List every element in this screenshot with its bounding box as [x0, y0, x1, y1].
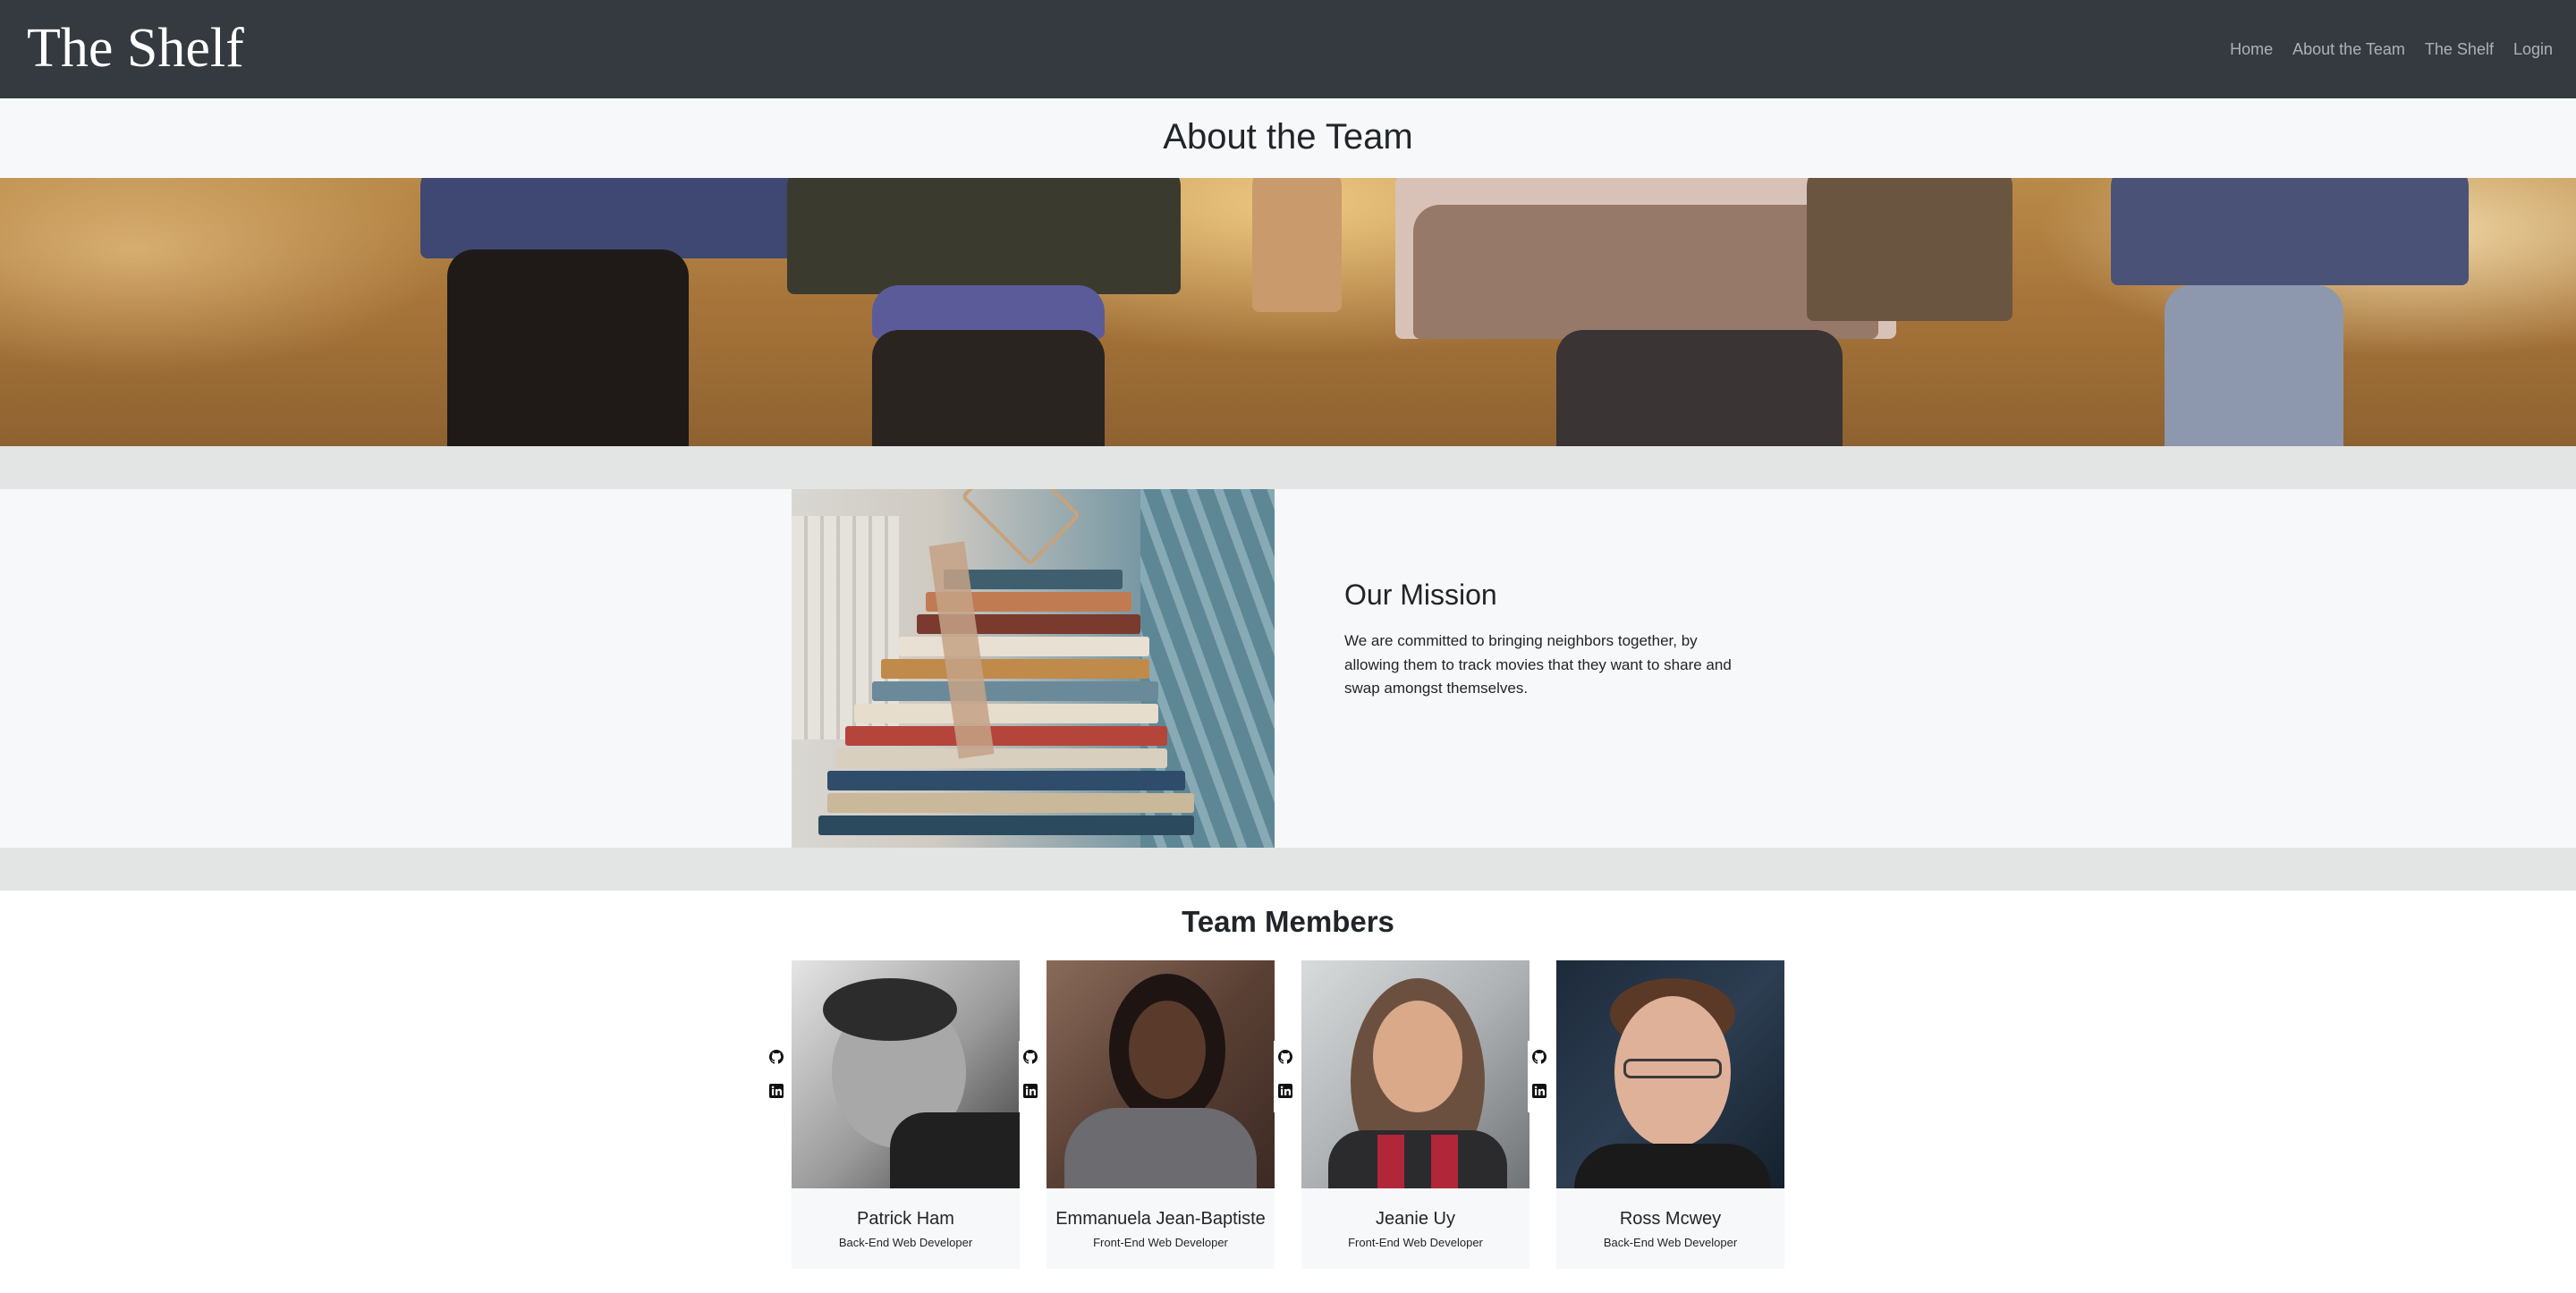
linkedin-icon[interactable] — [1532, 1084, 1546, 1098]
member-role: Back-End Web Developer — [838, 1236, 973, 1249]
linkedin-icon[interactable] — [1278, 1084, 1292, 1098]
member-name: Jeanie Uy — [1376, 1209, 1455, 1229]
social-links — [1274, 1041, 1297, 1112]
navbar: The Shelf Home About the Team The Shelf … — [0, 0, 2576, 98]
nav-link-the-shelf[interactable]: The Shelf — [2425, 36, 2494, 63]
member-role: Back-End Web Developer — [1603, 1236, 1738, 1249]
team-title: Team Members — [1182, 905, 1394, 938]
team-card: Emmanuela Jean-Baptiste Front-End Web De… — [1046, 960, 1275, 1269]
github-icon[interactable] — [769, 1050, 784, 1064]
member-role: Front-End Web Developer — [1093, 1236, 1228, 1249]
team-card: Ross Mcwey Back-End Web Developer — [1556, 960, 1784, 1269]
mission-section: Our Mission We are committed to bringing… — [0, 489, 2576, 848]
member-photo — [1046, 960, 1275, 1188]
nav-link-about-team[interactable]: About the Team — [2292, 36, 2405, 63]
member-name: Ross Mcwey — [1619, 1209, 1722, 1229]
member-role: Front-End Web Developer — [1348, 1236, 1483, 1249]
social-links — [1019, 1041, 1042, 1112]
member-photo — [792, 960, 1020, 1188]
section-divider — [0, 446, 2576, 489]
hero-image — [0, 178, 2576, 446]
mission-title: Our Mission — [1344, 579, 1497, 611]
github-icon[interactable] — [1023, 1050, 1038, 1064]
nav-link-login[interactable]: Login — [2513, 36, 2553, 63]
member-photo — [1301, 960, 1530, 1188]
social-links — [765, 1041, 788, 1112]
team-card: Jeanie Uy Front-End Web Developer — [1301, 960, 1530, 1269]
title-bar: About the Team — [0, 98, 2576, 178]
github-icon[interactable] — [1532, 1050, 1546, 1064]
nav-links: Home About the Team The Shelf Login — [2230, 36, 2553, 63]
social-links — [1528, 1041, 1551, 1112]
github-icon[interactable] — [1278, 1050, 1292, 1064]
nav-link-home[interactable]: Home — [2230, 36, 2273, 63]
linkedin-icon[interactable] — [1023, 1084, 1038, 1098]
member-name: Patrick Ham — [857, 1209, 954, 1229]
brand-logo[interactable]: The Shelf — [27, 14, 244, 82]
team-card: Patrick Ham Back-End Web Developer — [792, 960, 1020, 1269]
page-title: About the Team — [1163, 117, 1413, 156]
member-name: Emmanuela Jean-Baptiste — [1055, 1209, 1266, 1229]
member-photo — [1556, 960, 1784, 1188]
mission-text: We are committed to bringing neighbors t… — [1344, 632, 1732, 697]
books-stack-image — [792, 489, 1275, 848]
section-divider — [0, 848, 2576, 891]
linkedin-icon[interactable] — [769, 1084, 784, 1098]
